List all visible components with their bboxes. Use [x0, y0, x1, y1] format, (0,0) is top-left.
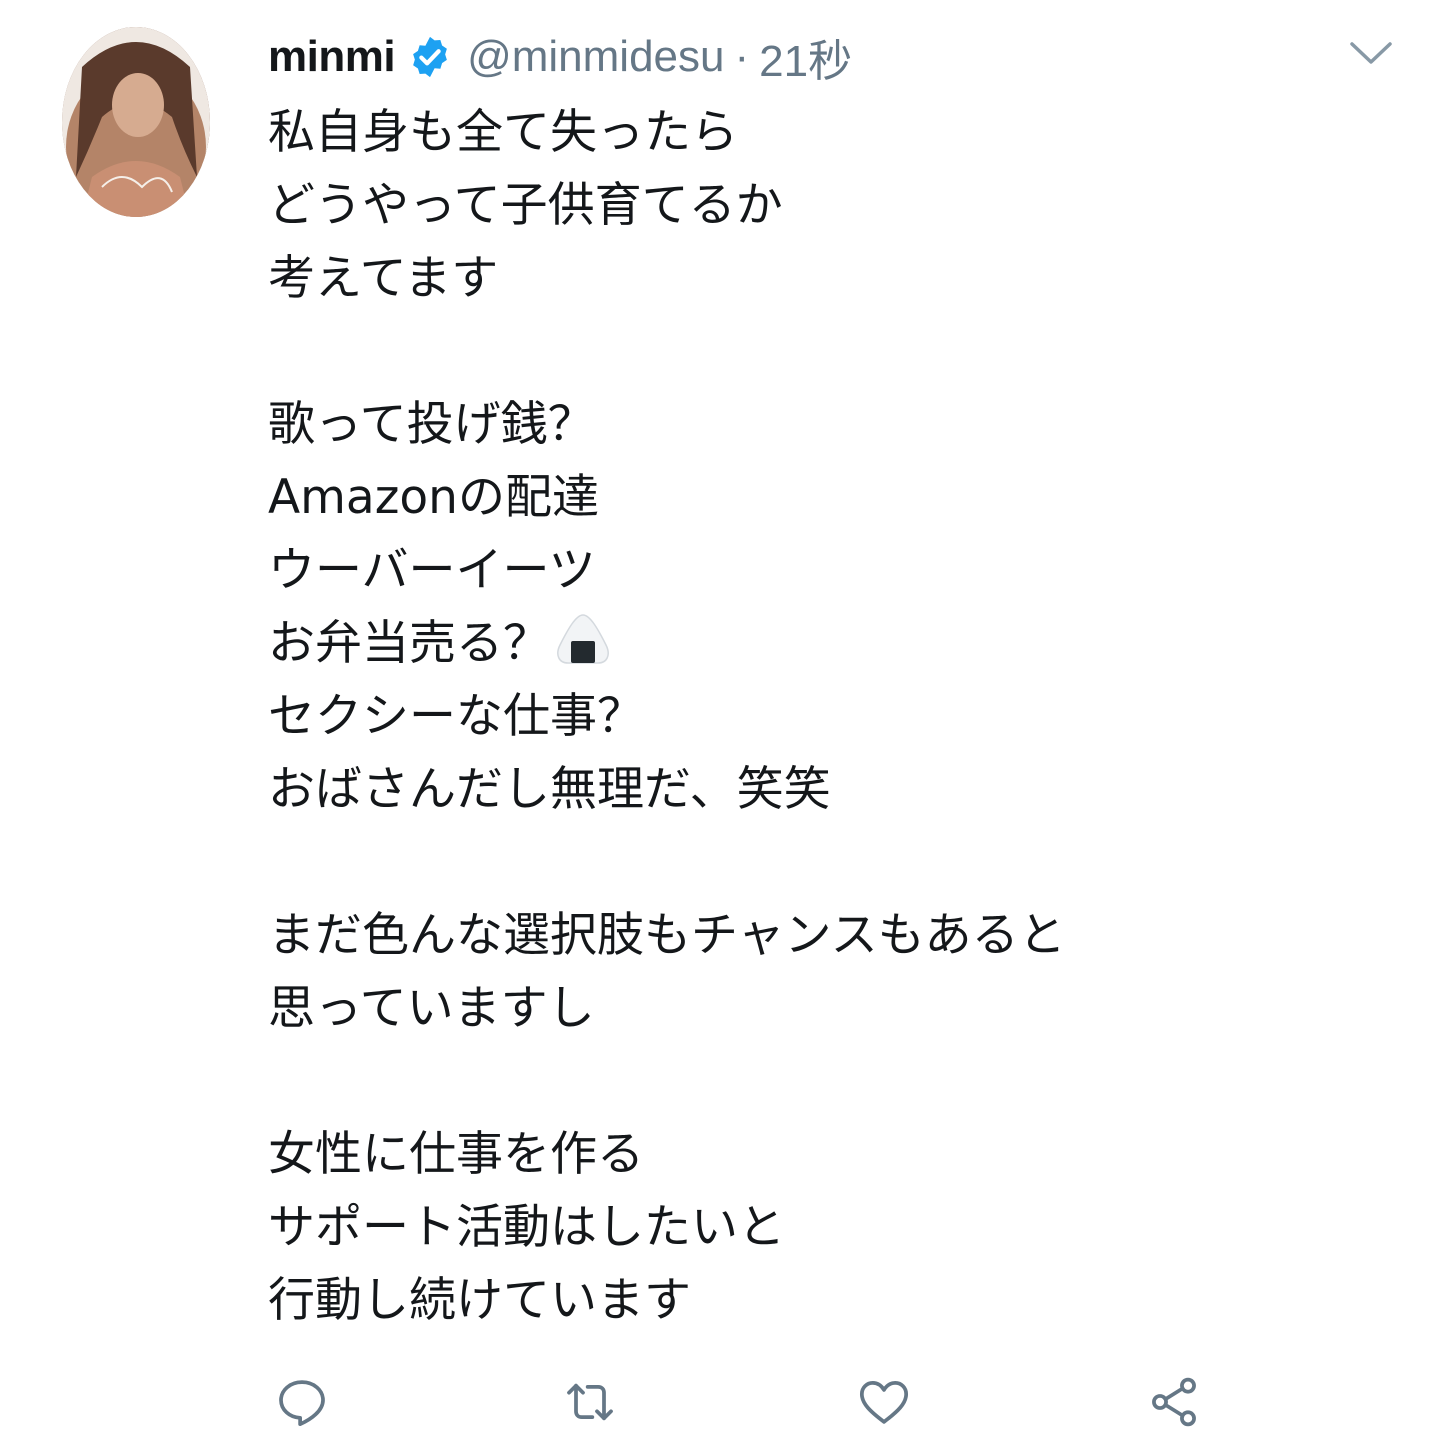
reply-button[interactable]	[270, 1370, 334, 1434]
tweet-line: 女性に仕事を作る	[268, 1127, 644, 1182]
tweet-line: 考えてます	[268, 251, 499, 306]
share-icon	[1152, 1377, 1196, 1427]
reply-icon	[279, 1380, 325, 1427]
timestamp[interactable]: 21秒	[759, 25, 852, 89]
tweet-line: Amazonの配達	[268, 470, 599, 525]
separator-dot: ·	[734, 32, 750, 81]
tweet-line: どうやって子供育てるか	[268, 178, 783, 233]
tweet-line: ウーバーイーツ	[268, 543, 596, 598]
avatar[interactable]	[62, 27, 210, 217]
tweet-header: minmi @minmidesu · 21秒	[268, 22, 852, 92]
tweet-line: 歌って投げ銭？	[268, 397, 595, 452]
verified-badge-icon	[413, 36, 447, 78]
tweet-line: お弁当売る？	[268, 616, 550, 671]
retweet-icon	[567, 1383, 613, 1421]
tweet-line: 行動し続けています	[268, 1273, 691, 1328]
tweet-line: サポート活動はしたいと	[268, 1200, 785, 1255]
tweet-line: 思っていますし	[268, 981, 595, 1036]
tweet-line-with-emoji: お弁当売る？	[268, 607, 1388, 680]
tweet-line: 私自身も全て失ったら	[268, 105, 738, 160]
heart-icon	[859, 1381, 909, 1424]
tweet: minmi @minmidesu · 21秒 私自身も全て失ったら どうやって子…	[0, 0, 1440, 1445]
tweet-line: セクシーな仕事？	[268, 689, 644, 744]
tweet-actions	[268, 1370, 1228, 1434]
share-button[interactable]	[1142, 1370, 1206, 1434]
retweet-button[interactable]	[558, 1370, 622, 1434]
tweet-line: まだ色んな選択肢もチャンスもあると	[268, 908, 1066, 963]
chevron-down-icon[interactable]	[1348, 38, 1394, 68]
tweet-line: おばさんだし無理だ、笑笑	[268, 762, 831, 817]
like-button[interactable]	[852, 1370, 916, 1434]
display-name[interactable]: minmi	[268, 32, 396, 82]
rice-ball-emoji-icon	[557, 614, 609, 664]
user-handle[interactable]: @minmidesu	[467, 32, 724, 82]
profile-photo	[62, 27, 210, 217]
tweet-text: 私自身も全て失ったら どうやって子供育てるか 考えてます 歌って投げ銭？ Ama…	[268, 96, 1388, 1337]
